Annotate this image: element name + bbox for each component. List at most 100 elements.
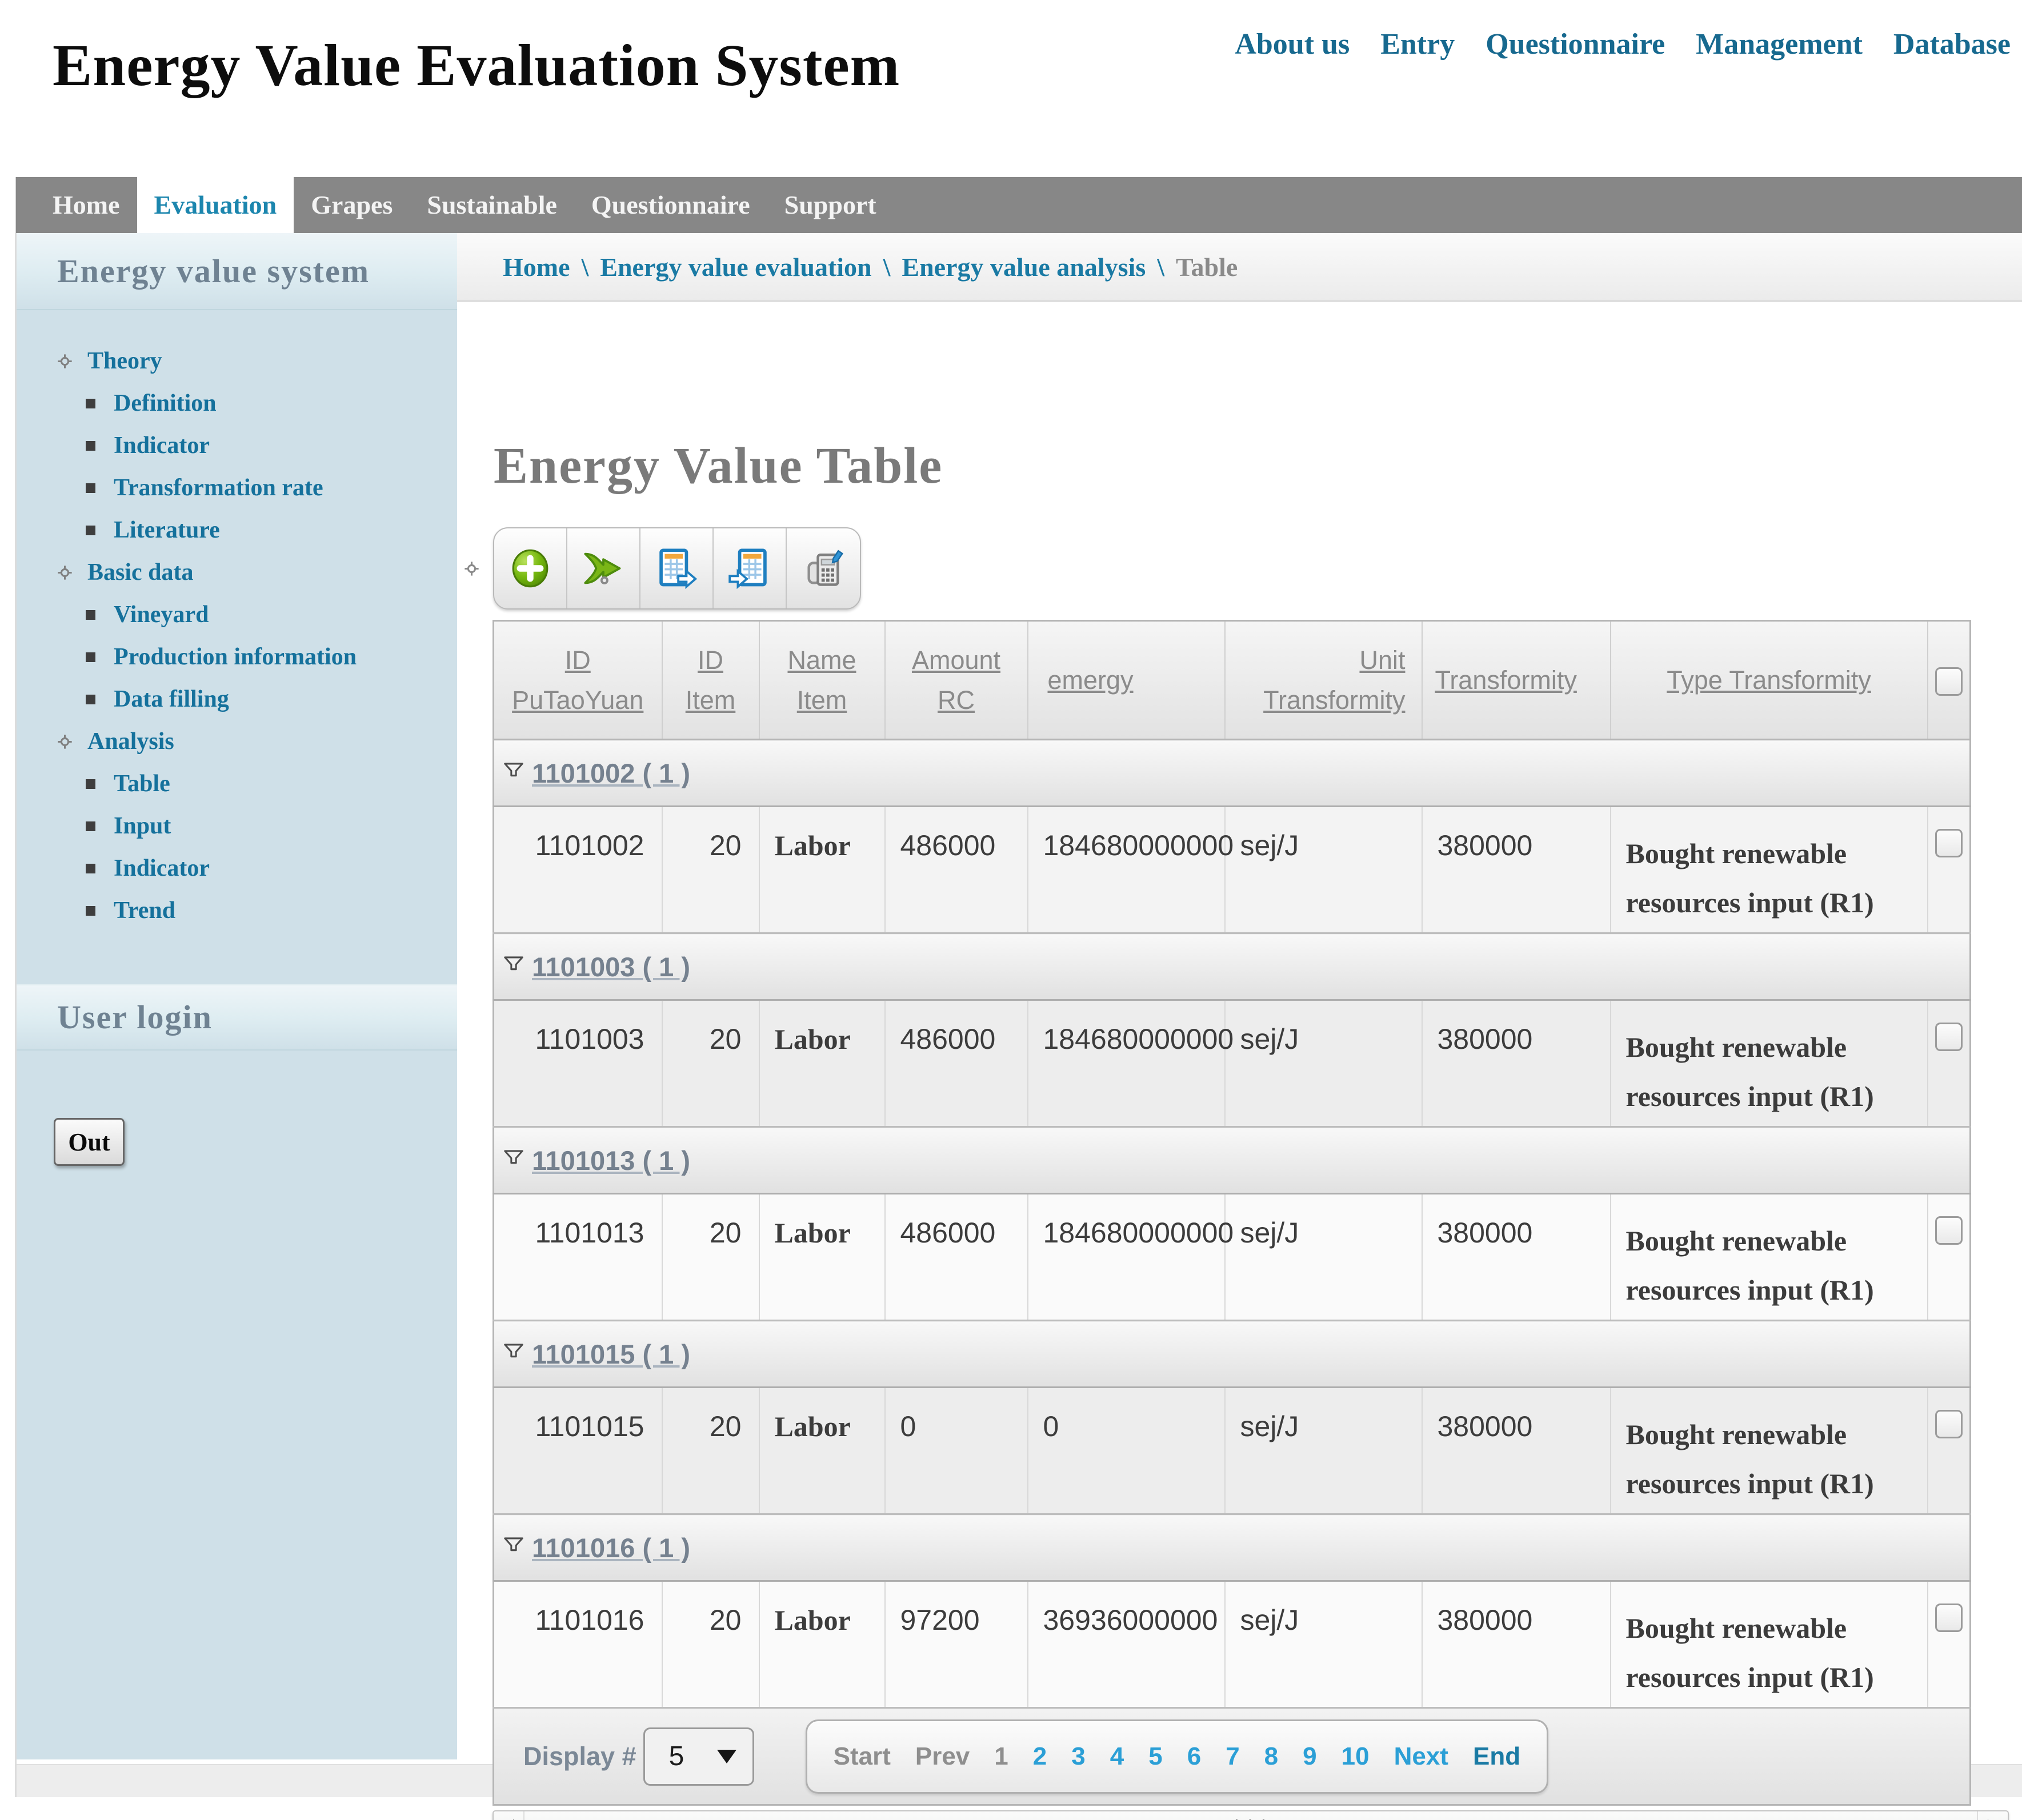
sidebar-link[interactable]: Indicator	[114, 855, 210, 882]
cell-name-item: Labor	[759, 1388, 885, 1514]
scroll-left-button[interactable]	[494, 1811, 524, 1820]
group-label-link[interactable]: 1101016 ( 1 )	[532, 1532, 690, 1564]
collapse-icon[interactable]	[503, 1537, 524, 1553]
row-checkbox[interactable]	[1935, 1603, 1963, 1632]
sidebar-item-table[interactable]: Table	[16, 763, 457, 805]
scrollbar-track[interactable]: |||	[524, 1811, 1977, 1820]
sidebar-link[interactable]: Vineyard	[114, 601, 209, 628]
group-label-link[interactable]: 1101003 ( 1 )	[532, 951, 690, 983]
cell-emergy: 0	[1028, 1388, 1225, 1514]
breadcrumb-energy-value-evaluation[interactable]: Energy value evaluation	[600, 252, 871, 282]
group-label-link[interactable]: 1101013 ( 1 )	[532, 1145, 690, 1176]
pager-page-3[interactable]: 3	[1071, 1742, 1085, 1771]
table-toolbar	[493, 527, 861, 610]
calculator-icon	[802, 547, 845, 590]
scrollbar-grip-icon[interactable]: |||	[1231, 1817, 1271, 1820]
scroll-right-button[interactable]	[1977, 1811, 2008, 1820]
sidebar-link[interactable]: Data filling	[114, 685, 229, 713]
pager-page-9[interactable]: 9	[1303, 1742, 1316, 1771]
top-link-database[interactable]: Database	[1893, 27, 2011, 61]
pager-page-1[interactable]: 1	[994, 1742, 1008, 1771]
sidebar-link[interactable]: Indicator	[114, 432, 210, 459]
pager-start[interactable]: Start	[834, 1742, 891, 1771]
top-link-management[interactable]: Management	[1696, 27, 1863, 61]
sidebar-item-indicator-analysis[interactable]: Indicator	[16, 847, 457, 889]
sidebar-link[interactable]: Basic data	[87, 559, 194, 586]
group-row-1101016: 1101016 ( 1 )	[494, 1514, 1971, 1581]
sidebar-item-literature[interactable]: Literature	[16, 509, 457, 551]
pager-end[interactable]: End	[1473, 1742, 1520, 1771]
sidebar-link[interactable]: Analysis	[87, 728, 174, 755]
top-link-about-us[interactable]: About us	[1235, 27, 1350, 61]
nav-item-evaluation[interactable]: Evaluation	[137, 177, 294, 233]
column-header-id-putaoyuan[interactable]: IDPuTaoYuan	[494, 621, 662, 740]
pager-page-7[interactable]: 7	[1226, 1742, 1239, 1771]
row-checkbox[interactable]	[1935, 829, 1963, 857]
export-table-button[interactable]	[640, 528, 714, 608]
sidebar-item-definition[interactable]: Definition	[16, 382, 457, 424]
sidebar-item-theory[interactable]: Theory	[16, 340, 457, 382]
sidebar-item-basic-data[interactable]: Basic data	[16, 551, 457, 594]
cell-type-transformity: Bought renewable resources input (R1)	[1611, 807, 1928, 933]
sidebar-link[interactable]: Input	[114, 812, 171, 840]
column-header-amount-rc[interactable]: AmountRC	[885, 621, 1028, 740]
sidebar-item-analysis[interactable]: Analysis	[16, 720, 457, 763]
table-row: 1101015 20 Labor 0 0 sej/J 380000 Bought…	[494, 1388, 1971, 1514]
column-header-id-item[interactable]: IDItem	[662, 621, 759, 740]
breadcrumb-home[interactable]: Home	[503, 252, 570, 282]
pager-next[interactable]: Next	[1394, 1742, 1448, 1771]
sidebar-item-indicator[interactable]: Indicator	[16, 424, 457, 467]
sidebar-link[interactable]: Theory	[87, 347, 162, 375]
pager-page-4[interactable]: 4	[1110, 1742, 1124, 1771]
pager-page-5[interactable]: 5	[1148, 1742, 1162, 1771]
select-all-checkbox[interactable]	[1935, 667, 1963, 696]
add-button[interactable]	[494, 528, 567, 608]
sidebar-item-vineyard[interactable]: Vineyard	[16, 594, 457, 636]
nav-item-questionnaire[interactable]: Questionnaire	[574, 177, 767, 233]
logout-button[interactable]: Out	[54, 1118, 125, 1166]
pager-page-8[interactable]: 8	[1264, 1742, 1278, 1771]
sidebar-item-data-filling[interactable]: Data filling	[16, 678, 457, 720]
calculator-button[interactable]	[787, 528, 860, 608]
sidebar-link[interactable]: Literature	[114, 516, 220, 544]
pager-page-2[interactable]: 2	[1033, 1742, 1047, 1771]
top-link-entry[interactable]: Entry	[1380, 27, 1455, 61]
nav-item-grapes[interactable]: Grapes	[294, 177, 410, 233]
breadcrumb-energy-value-analysis[interactable]: Energy value analysis	[902, 252, 1146, 282]
group-label-link[interactable]: 1101015 ( 1 )	[532, 1338, 690, 1370]
collapse-icon[interactable]	[503, 1343, 524, 1359]
sidebar-link[interactable]: Definition	[114, 390, 217, 417]
import-table-button[interactable]	[714, 528, 787, 608]
horizontal-scrollbar[interactable]: |||	[493, 1810, 2009, 1820]
column-header-unit-transformity[interactable]: UnitTransformity	[1225, 621, 1422, 740]
column-header-name-item[interactable]: NameItem	[759, 621, 885, 740]
sidebar-link[interactable]: Table	[114, 770, 170, 797]
sidebar-item-transformation-rate[interactable]: Transformation rate	[16, 467, 457, 509]
row-checkbox[interactable]	[1935, 1023, 1963, 1051]
nav-item-sustainable[interactable]: Sustainable	[410, 177, 574, 233]
collapse-icon[interactable]	[503, 1149, 524, 1165]
pager-prev[interactable]: Prev	[915, 1742, 970, 1771]
row-checkbox[interactable]	[1935, 1216, 1963, 1245]
nav-item-support[interactable]: Support	[767, 177, 894, 233]
sidebar-link[interactable]: Transformation rate	[114, 474, 323, 502]
display-count-select[interactable]: 5	[643, 1727, 754, 1786]
row-checkbox[interactable]	[1935, 1410, 1963, 1438]
collapse-icon[interactable]	[503, 956, 524, 972]
column-header-transformity[interactable]: Transformity	[1422, 621, 1611, 740]
column-header-emergy[interactable]: emergy	[1028, 621, 1225, 740]
pager-page-6[interactable]: 6	[1187, 1742, 1201, 1771]
sidebar-link[interactable]: Production information	[114, 643, 357, 671]
group-label-link[interactable]: 1101002 ( 1 )	[532, 757, 690, 789]
sidebar-item-trend[interactable]: Trend	[16, 889, 457, 932]
column-header-type-transformity[interactable]: Type Transformity	[1611, 621, 1928, 740]
top-link-questionnaire[interactable]: Questionnaire	[1486, 27, 1665, 61]
sidebar-item-input[interactable]: Input	[16, 805, 457, 847]
square-bullet-icon	[86, 441, 95, 451]
nav-item-home[interactable]: Home	[35, 177, 137, 233]
sidebar-link[interactable]: Trend	[114, 897, 175, 924]
pager-page-10[interactable]: 10	[1342, 1742, 1370, 1771]
sidebar-item-production-information[interactable]: Production information	[16, 636, 457, 678]
collapse-icon[interactable]	[503, 762, 524, 778]
cut-button[interactable]	[567, 528, 640, 608]
